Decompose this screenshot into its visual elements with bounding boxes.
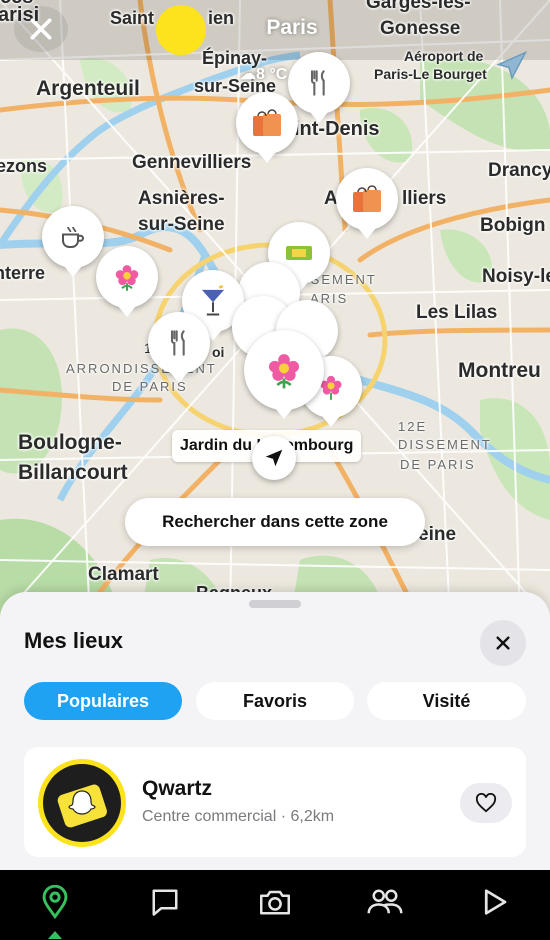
district-label: 12E xyxy=(398,419,428,434)
shopping-pin[interactable] xyxy=(336,168,398,239)
place-label: int-Denis xyxy=(294,118,380,140)
close-sheet-button[interactable] xyxy=(480,620,526,666)
snapchat-ghost-icon xyxy=(57,784,107,828)
place-label: Argenteuil xyxy=(36,77,140,100)
place-label: ces xyxy=(0,0,33,8)
close-icon xyxy=(30,18,52,40)
tab-visite[interactable]: Visité xyxy=(367,682,526,720)
favorite-button[interactable] xyxy=(460,783,512,823)
nav-discover[interactable] xyxy=(473,880,517,924)
place-label: Clamart xyxy=(88,564,159,585)
place-subtitle: Centre commercial · 6,2km xyxy=(142,808,335,825)
locate-me-button[interactable] xyxy=(252,436,296,480)
place-label: ezons xyxy=(0,156,48,176)
restaurant-pin[interactable] xyxy=(288,52,350,123)
restaurant-pin[interactable] xyxy=(148,312,210,383)
snap-map-screen: arisi ces Saint ien Garges-lès- Gonesse … xyxy=(0,0,550,940)
district-label: DE PARIS xyxy=(400,457,476,472)
camera-icon xyxy=(260,890,290,915)
place-label: Garges-lès- xyxy=(366,0,471,13)
place-label: Gennevilliers xyxy=(132,152,252,173)
district-label: DISSEMENT xyxy=(398,437,492,452)
airplane-icon xyxy=(496,50,528,80)
flower-icon xyxy=(269,354,299,389)
place-avatar xyxy=(38,759,126,847)
cocktail-icon xyxy=(201,285,225,316)
place-label: lliers xyxy=(402,188,447,209)
search-area-button[interactable]: Rechercher dans cette zone xyxy=(125,498,425,546)
place-label: Paris-Le Bourget xyxy=(374,66,487,82)
place-label: Saint xyxy=(110,8,155,28)
place-label: oi xyxy=(212,344,225,360)
my-places-sheet: Mes lieux Populaires Favoris Visité Qwar… xyxy=(0,592,550,870)
city-title: Paris xyxy=(266,16,318,39)
coffee-cup-icon xyxy=(62,226,84,248)
shopping-bag-icon xyxy=(353,185,381,212)
place-label: Gonesse xyxy=(380,18,461,39)
place-label: nterre xyxy=(0,263,46,283)
place-label: sur-Seine xyxy=(138,214,225,235)
chat-icon xyxy=(152,889,178,916)
cafe-pin[interactable] xyxy=(42,206,104,277)
map-view[interactable]: arisi ces Saint ien Garges-lès- Gonesse … xyxy=(0,0,550,620)
place-label: Boulogne- xyxy=(18,431,122,454)
selected-park-pin[interactable] xyxy=(244,330,324,419)
place-label: Noisy-le xyxy=(482,266,550,287)
place-label: Billancourt xyxy=(18,461,128,484)
nav-friends[interactable] xyxy=(363,880,407,924)
shopping-pin[interactable] xyxy=(236,92,298,163)
heart-icon xyxy=(475,793,497,813)
flower-icon xyxy=(115,265,139,291)
bitmoji-avatar[interactable] xyxy=(156,5,206,55)
place-label: Drancy xyxy=(488,160,550,181)
place-label: Aéroport de xyxy=(404,48,484,64)
place-name: Qwartz xyxy=(142,777,213,800)
nav-map[interactable] xyxy=(33,880,77,924)
nav-camera[interactable] xyxy=(253,880,297,924)
fork-knife-icon xyxy=(310,70,325,96)
place-label: Les Lilas xyxy=(416,302,498,323)
ticket-icon xyxy=(286,246,312,260)
navigation-arrow-icon xyxy=(265,449,283,467)
sheet-title: Mes lieux xyxy=(24,628,124,653)
place-card[interactable]: Qwartz Centre commercial · 6,2km xyxy=(24,747,526,857)
cloud-icon: ☁ xyxy=(240,66,256,83)
friends-icon xyxy=(367,889,403,914)
close-map-button[interactable] xyxy=(14,6,68,52)
bottom-nav xyxy=(0,870,550,940)
nav-chat[interactable] xyxy=(143,880,187,924)
place-tabs: Populaires Favoris Visité xyxy=(24,682,526,720)
sheet-drag-handle[interactable] xyxy=(249,600,301,608)
park-pin[interactable] xyxy=(96,246,158,317)
place-label: Asnières- xyxy=(138,188,225,209)
place-label: Bobign xyxy=(480,215,546,236)
map-pin-icon xyxy=(42,885,68,919)
place-label: Montreu xyxy=(458,359,541,382)
weather-temp: 8 °C xyxy=(256,66,288,83)
fork-knife-icon xyxy=(170,330,185,356)
close-icon xyxy=(496,636,510,650)
active-nav-indicator xyxy=(48,931,62,939)
play-icon xyxy=(484,889,507,915)
shopping-bag-icon xyxy=(253,109,281,136)
tab-populaires[interactable]: Populaires xyxy=(24,682,182,720)
weather-label: ☁8 °C xyxy=(240,64,287,84)
tab-favoris[interactable]: Favoris xyxy=(196,682,354,720)
